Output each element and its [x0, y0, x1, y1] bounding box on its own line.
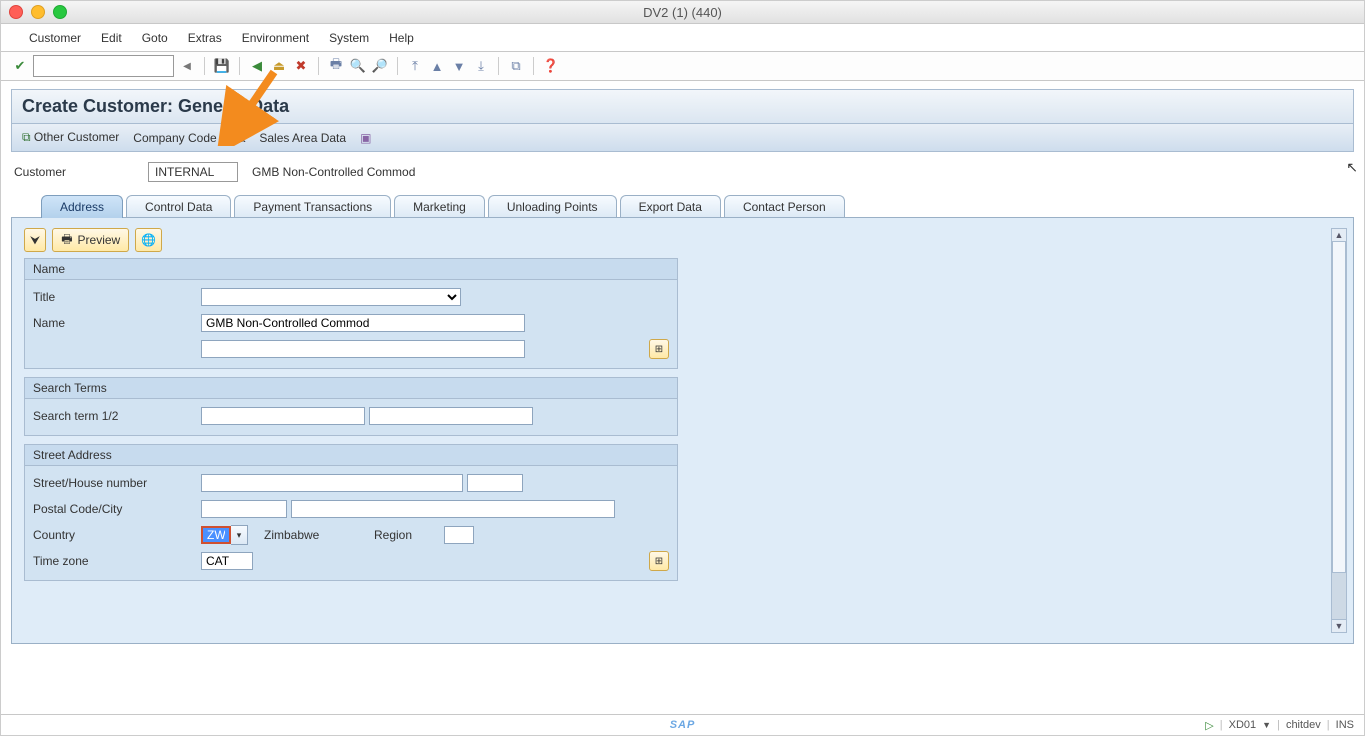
- status-user: chitdev: [1286, 719, 1321, 731]
- country-input[interactable]: [201, 526, 231, 544]
- street-input[interactable]: [201, 474, 463, 492]
- status-tcode: XD01: [1229, 719, 1257, 731]
- create-session-icon[interactable]: ⧉: [507, 57, 525, 75]
- country-label: Country: [33, 528, 201, 542]
- expand-button[interactable]: ⮟: [24, 228, 46, 252]
- tab-contact-person[interactable]: Contact Person: [724, 195, 845, 218]
- tab-body: ⮟ 🖶 Preview 🌐 Name Title: [11, 217, 1354, 644]
- customer-header-row: Customer INTERNAL GMB Non-Controlled Com…: [11, 152, 1354, 194]
- country-name-text: Zimbabwe: [264, 528, 374, 542]
- tabstrip: Address Control Data Payment Transaction…: [11, 194, 1354, 217]
- group-name-header: Name: [25, 259, 677, 280]
- group-street-address: Street Address Street/House number Posta…: [24, 444, 678, 581]
- timezone-label: Time zone: [33, 554, 201, 568]
- tab-marketing[interactable]: Marketing: [394, 195, 485, 218]
- sales-area-data-button[interactable]: Sales Area Data: [259, 131, 346, 145]
- country-search-help-icon[interactable]: ▾: [231, 525, 248, 545]
- search-term2-input[interactable]: [369, 407, 533, 425]
- tab-control-data[interactable]: Control Data: [126, 195, 231, 218]
- additional-data-icon[interactable]: ▣: [360, 131, 371, 145]
- exit-icon[interactable]: ⏏: [270, 57, 288, 75]
- region-input[interactable]: [444, 526, 474, 544]
- search-term1-input[interactable]: [201, 407, 365, 425]
- tab-scrollbar[interactable]: ▲ ▼: [1331, 228, 1347, 633]
- page-title-box: Create Customer: General Data: [11, 89, 1354, 124]
- cancel-icon[interactable]: ✖: [292, 57, 310, 75]
- other-customer-icon: ⧉: [22, 130, 31, 144]
- customer-id-field: INTERNAL: [148, 162, 238, 182]
- statusbar: SAP ▷ | XD01 ▼ | chitdev | INS: [1, 714, 1364, 735]
- preview-button[interactable]: 🖶 Preview: [52, 228, 129, 252]
- first-page-icon[interactable]: ⤒: [406, 57, 424, 75]
- menu-environment[interactable]: Environment: [232, 27, 319, 49]
- page-title: Create Customer: General Data: [22, 96, 1343, 117]
- more-names-icon[interactable]: ⊞: [649, 339, 669, 359]
- region-label: Region: [374, 528, 444, 542]
- back-icon[interactable]: ◀: [248, 57, 266, 75]
- menu-extras[interactable]: Extras: [178, 27, 232, 49]
- standard-toolbar: ✔ ◀ 💾 ◀ ⏏ ✖ 🖶 🔍 🔎 ⤒ ▲ ▼ ⤓ ⧉ ❓: [1, 52, 1364, 81]
- find-icon[interactable]: 🔍: [349, 57, 367, 75]
- next-page-icon[interactable]: ▼: [450, 57, 468, 75]
- command-field[interactable]: [33, 55, 174, 77]
- group-search-header: Search Terms: [25, 378, 677, 399]
- mac-titlebar: DV2 (1) (440): [1, 1, 1364, 24]
- title-select[interactable]: [201, 288, 461, 306]
- enter-icon[interactable]: ✔: [11, 57, 29, 75]
- print-icon: 🖶: [61, 230, 72, 251]
- group-search-terms: Search Terms Search term 1/2: [24, 377, 678, 436]
- status-mode: INS: [1336, 719, 1354, 731]
- menu-goto[interactable]: Goto: [132, 27, 178, 49]
- scroll-thumb[interactable]: [1332, 241, 1346, 573]
- customer-name-text: GMB Non-Controlled Commod: [252, 165, 415, 179]
- group-street-header: Street Address: [25, 445, 677, 466]
- postal-code-input[interactable]: [201, 500, 287, 518]
- last-page-icon[interactable]: ⤓: [472, 57, 490, 75]
- print-icon[interactable]: 🖶: [327, 57, 345, 75]
- name2-input[interactable]: [201, 340, 525, 358]
- more-address-icon[interactable]: ⊞: [649, 551, 669, 571]
- prev-page-icon[interactable]: ▲: [428, 57, 446, 75]
- company-code-data-button[interactable]: Company Code Data: [133, 131, 245, 145]
- intl-versions-button[interactable]: 🌐: [135, 228, 162, 252]
- save-icon[interactable]: 💾: [213, 57, 231, 75]
- timezone-input[interactable]: [201, 552, 253, 570]
- app-menubar: Customer Edit Goto Extras Environment Sy…: [1, 24, 1364, 52]
- name-label: Name: [33, 316, 201, 330]
- name-input[interactable]: [201, 314, 525, 332]
- title-label: Title: [33, 290, 201, 304]
- tab-unloading-points[interactable]: Unloading Points: [488, 195, 617, 218]
- group-name: Name Title Name: [24, 258, 678, 369]
- postal-label: Postal Code/City: [33, 502, 201, 516]
- menu-customer[interactable]: Customer: [19, 27, 91, 49]
- chevron-down-icon: ⮟: [30, 233, 40, 248]
- customer-label: Customer: [14, 165, 134, 179]
- tab-payment-transactions[interactable]: Payment Transactions: [234, 195, 391, 218]
- scroll-down-icon[interactable]: ▼: [1332, 619, 1346, 632]
- sap-logo: SAP: [670, 719, 696, 731]
- tab-address[interactable]: Address: [41, 195, 123, 218]
- window-title: DV2 (1) (440): [1, 5, 1364, 20]
- status-session-icon[interactable]: ▷: [1205, 719, 1213, 732]
- globe-icon: 🌐: [141, 233, 156, 247]
- status-dropdown-icon[interactable]: ▼: [1262, 720, 1271, 730]
- find-next-icon[interactable]: 🔎: [371, 57, 389, 75]
- city-input[interactable]: [291, 500, 615, 518]
- application-toolbar: ⧉ Other Customer Company Code Data Sales…: [11, 124, 1354, 152]
- search-term-label: Search term 1/2: [33, 409, 201, 423]
- help-icon[interactable]: ❓: [542, 57, 560, 75]
- menu-help[interactable]: Help: [379, 27, 424, 49]
- dropdown-history-icon[interactable]: ◀: [178, 57, 196, 75]
- street-label: Street/House number: [33, 476, 201, 490]
- menu-system[interactable]: System: [319, 27, 379, 49]
- menu-edit[interactable]: Edit: [91, 27, 132, 49]
- other-customer-button[interactable]: ⧉ Other Customer: [22, 130, 119, 145]
- tab-export-data[interactable]: Export Data: [620, 195, 721, 218]
- house-number-input[interactable]: [467, 474, 523, 492]
